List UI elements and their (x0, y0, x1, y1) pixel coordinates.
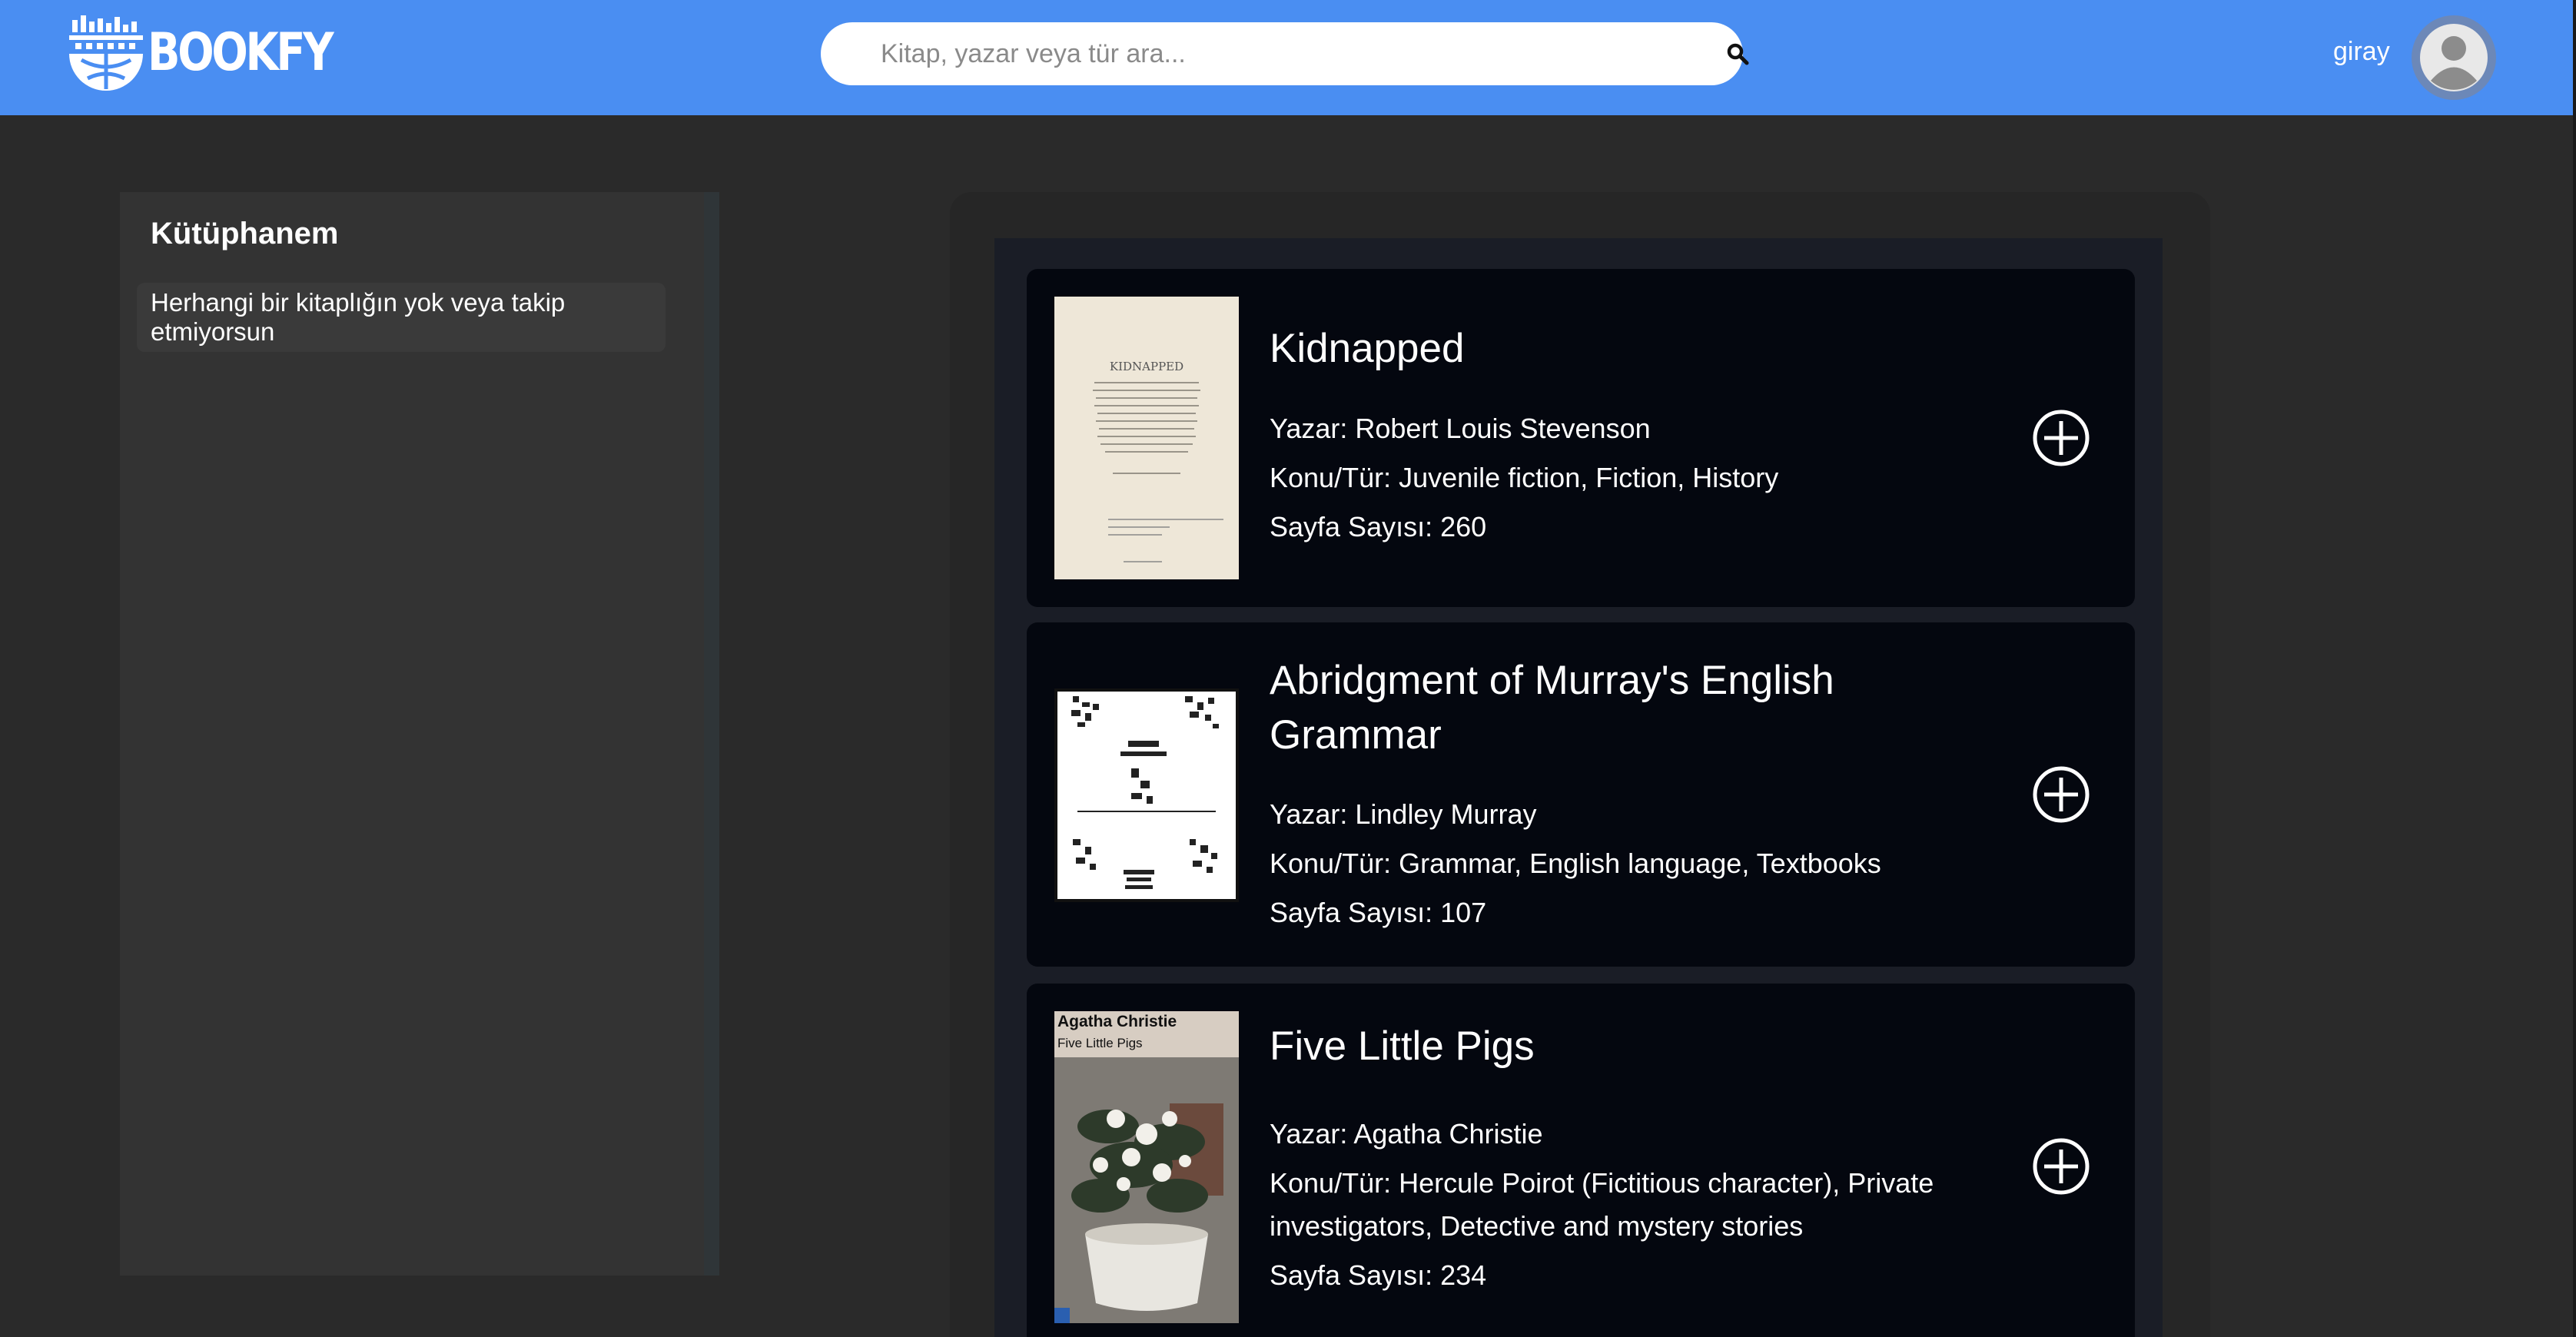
book-title[interactable]: Kidnapped (1270, 321, 1961, 376)
svg-text:Agatha Christie: Agatha Christie (1057, 1013, 1177, 1030)
book-details: Yazar: Robert Louis Stevenson Konu/Tür: … (1270, 407, 2000, 549)
book-author: Yazar: Robert Louis Stevenson (1270, 413, 1651, 444)
book-page-count: Sayfa Sayısı: 260 (1270, 511, 1487, 542)
book-title[interactable]: Five Little Pigs (1270, 1019, 1961, 1073)
book-subjects: Konu/Tür: Grammar, English language, Tex… (1270, 848, 1881, 879)
library-sidebar: Kütüphanem Herhangi bir kitaplığın yok v… (120, 192, 719, 1276)
book-card[interactable]: Abridgment of Murray's English Grammar Y… (1027, 622, 2135, 967)
top-navbar: BOOKFY giray (0, 0, 2576, 115)
user-avatar[interactable] (2412, 15, 2496, 100)
plus-circle-icon (2033, 410, 2090, 466)
cover-illustration: Agatha Christie Five Little Pigs (1054, 1011, 1239, 1323)
search-input[interactable] (881, 22, 1649, 85)
svg-text:Five Little Pigs: Five Little Pigs (1057, 1036, 1143, 1050)
brand-logo[interactable]: BOOKFY (66, 12, 372, 92)
search-button[interactable] (1726, 42, 1749, 65)
page: BOOKFY giray Kütüphanem Herhangi bir kit… (0, 0, 2576, 1337)
user-avatar-icon (2420, 24, 2488, 91)
book-details: Yazar: Lindley Murray Konu/Tür: Grammar,… (1270, 793, 2000, 934)
search-bar (821, 22, 1749, 85)
book-cover (1054, 688, 1239, 902)
cover-illustration (1054, 688, 1239, 902)
plus-circle-icon (2033, 1138, 2090, 1195)
book-author: Yazar: Agatha Christie (1270, 1118, 1543, 1150)
book-title[interactable]: Abridgment of Murray's English Grammar (1270, 653, 1961, 762)
brand-name: BOOKFY (148, 22, 334, 83)
add-to-library-button[interactable] (2032, 765, 2090, 824)
book-cover: Agatha Christie Five Little Pigs (1054, 1011, 1239, 1323)
book-card[interactable]: KIDNAPPED Kidnapped Yazar: Robert Louis … (1027, 269, 2135, 607)
book-cover: KIDNAPPED (1054, 297, 1239, 579)
book-author: Yazar: Lindley Murray (1270, 798, 1537, 830)
book-subjects: Konu/Tür: Hercule Poirot (Fictitious cha… (1270, 1167, 1934, 1242)
svg-text:KIDNAPPED: KIDNAPPED (1110, 360, 1183, 373)
search-icon (1727, 43, 1749, 65)
sidebar-title: Kütüphanem (151, 217, 339, 250)
add-to-library-button[interactable] (2032, 409, 2090, 467)
cover-illustration: KIDNAPPED (1054, 297, 1239, 579)
bookfy-logo-icon (69, 15, 143, 91)
book-page-count: Sayfa Sayısı: 234 (1270, 1259, 1487, 1291)
empty-library-message: Herhangi bir kitaplığın yok veya takip e… (137, 283, 666, 352)
scrollbar[interactable] (2573, 0, 2576, 1337)
username-label[interactable]: giray (2333, 37, 2390, 67)
plus-circle-icon (2033, 766, 2090, 823)
book-details: Yazar: Agatha Christie Konu/Tür: Hercule… (1270, 1113, 2000, 1297)
book-page-count: Sayfa Sayısı: 107 (1270, 897, 1487, 928)
add-to-library-button[interactable] (2032, 1137, 2090, 1196)
book-card[interactable]: Agatha Christie Five Little Pigs Five Li… (1027, 984, 2135, 1337)
book-subjects: Konu/Tür: Juvenile fiction, Fiction, His… (1270, 462, 1779, 493)
